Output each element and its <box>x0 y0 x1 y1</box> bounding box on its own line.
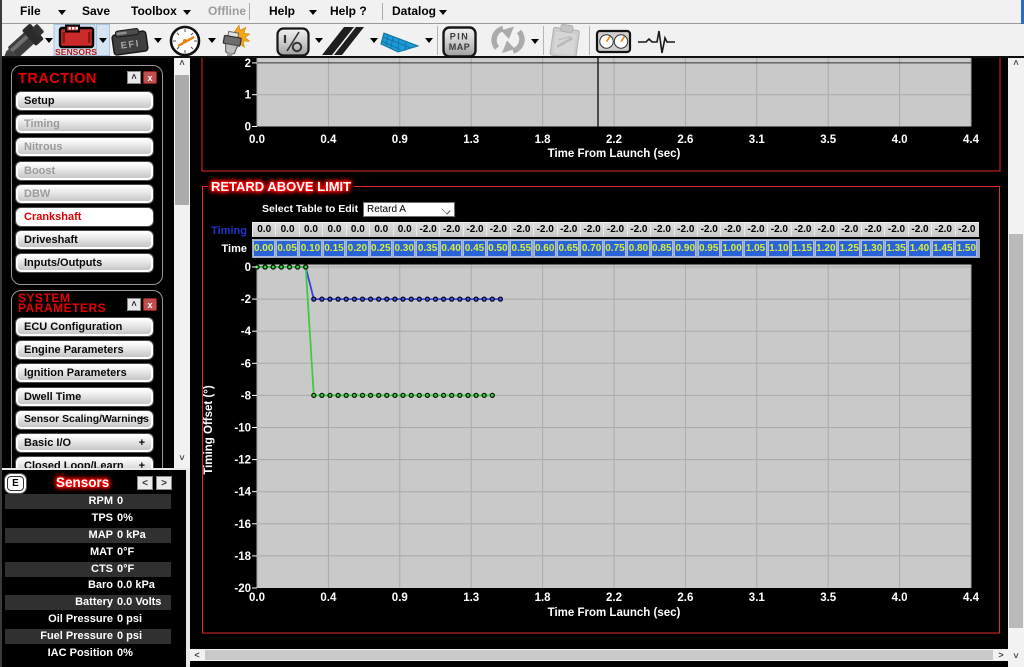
svg-text:2.2: 2.2 <box>606 592 622 604</box>
svg-text:0.4: 0.4 <box>320 592 337 604</box>
svg-text:-2: -2 <box>241 294 251 306</box>
svg-text:3.5: 3.5 <box>820 592 837 604</box>
svg-text:4.4: 4.4 <box>963 592 980 604</box>
svg-text:0.4: 0.4 <box>320 134 337 146</box>
svg-text:-6: -6 <box>241 358 251 370</box>
svg-text:2.6: 2.6 <box>677 134 693 146</box>
svg-text:4.0: 4.0 <box>892 134 908 146</box>
svg-text:MAP: MAP <box>449 42 471 52</box>
svg-text:1.3: 1.3 <box>463 134 479 146</box>
svg-text:-8: -8 <box>241 390 252 402</box>
svg-text:1.8: 1.8 <box>535 592 552 604</box>
svg-text:Timing Offset (°): Timing Offset (°) <box>203 385 215 475</box>
svg-text:PIN: PIN <box>450 32 470 42</box>
svg-text:0: 0 <box>245 122 251 134</box>
svg-text:-4: -4 <box>241 326 252 338</box>
svg-text:3.5: 3.5 <box>820 134 837 146</box>
svg-text:Time From Launch (sec): Time From Launch (sec) <box>548 148 681 160</box>
svg-text:3.1: 3.1 <box>749 592 766 604</box>
svg-text:0.9: 0.9 <box>392 134 408 146</box>
svg-text:-12: -12 <box>234 455 251 467</box>
svg-text:2: 2 <box>245 58 251 70</box>
svg-text:0: 0 <box>245 262 251 274</box>
svg-text:0.0: 0.0 <box>249 134 265 146</box>
svg-text:-18: -18 <box>234 551 251 563</box>
svg-text:SENSORS: SENSORS <box>55 47 97 56</box>
svg-text:2.6: 2.6 <box>677 592 693 604</box>
svg-text:0.9: 0.9 <box>392 592 408 604</box>
svg-text:4.4: 4.4 <box>963 134 980 146</box>
svg-text:1.8: 1.8 <box>535 134 552 146</box>
svg-text:1: 1 <box>245 90 252 102</box>
svg-text:2.2: 2.2 <box>606 134 622 146</box>
svg-text:-10: -10 <box>234 423 251 435</box>
svg-text:3.1: 3.1 <box>749 134 766 146</box>
svg-text:-20: -20 <box>234 583 251 595</box>
svg-text:0.0: 0.0 <box>249 592 265 604</box>
svg-text:Time From Launch (sec): Time From Launch (sec) <box>548 607 681 619</box>
svg-text:4.0: 4.0 <box>892 592 908 604</box>
svg-text:-14: -14 <box>234 487 251 499</box>
svg-text:-16: -16 <box>234 519 251 531</box>
svg-text:1.3: 1.3 <box>463 592 479 604</box>
